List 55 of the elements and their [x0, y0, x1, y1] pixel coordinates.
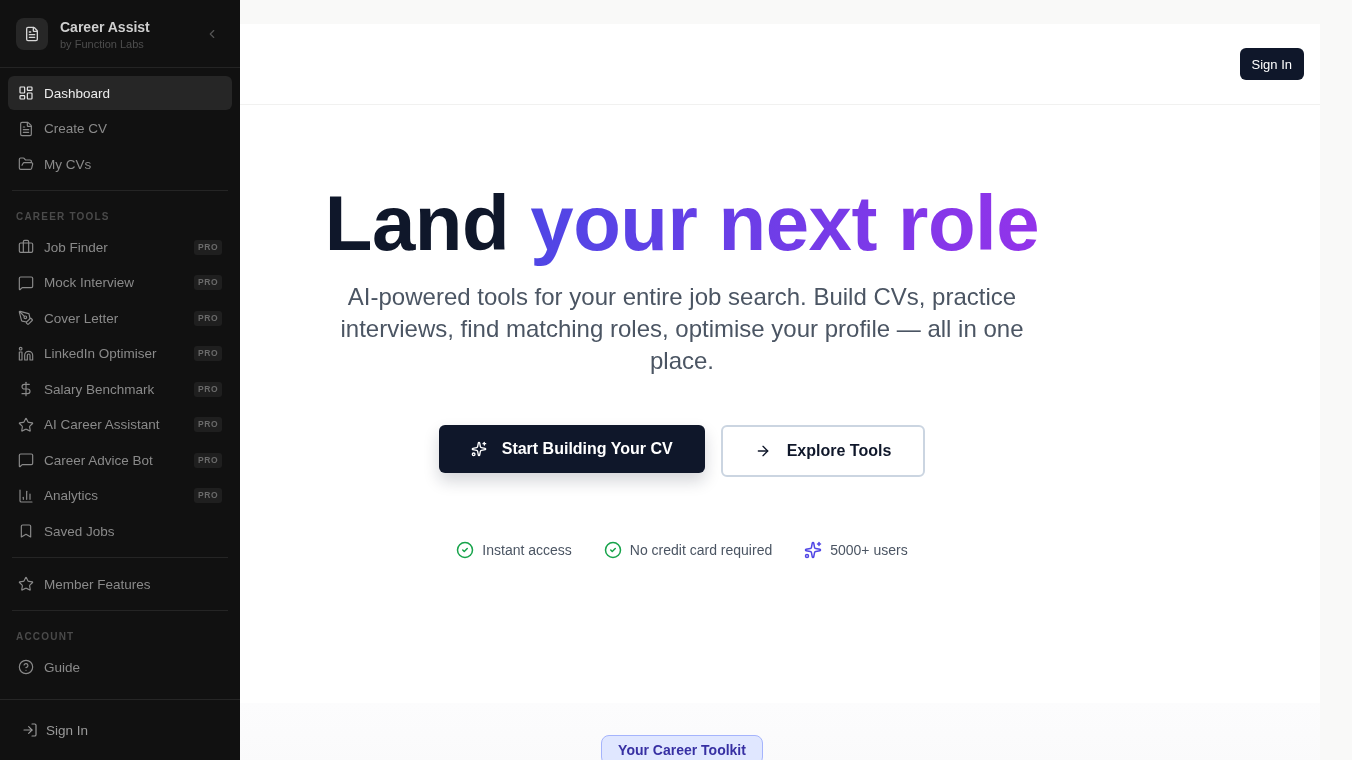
speech-bubble-icon [18, 452, 34, 468]
star-icon [18, 576, 34, 592]
sidebar-item[interactable]: My CVs [8, 147, 232, 181]
sidebar-item[interactable]: Create CV [8, 111, 232, 146]
app-name: Career Assist [60, 19, 151, 35]
pro-badge: PRO [194, 488, 222, 503]
check-circle-icon [603, 541, 622, 559]
feature-text: 5000+ users [830, 542, 908, 558]
feature-text: Instant access [482, 542, 572, 558]
pro-badge: PRO [194, 346, 222, 361]
section-heading: CAREER TOOLS [15, 210, 111, 224]
sparkles-icon [804, 541, 823, 559]
sidebar-item[interactable]: Saved Jobs [8, 514, 232, 548]
sidebar-item[interactable]: Salary Benchmark PRO [8, 372, 232, 406]
check-circle-icon [456, 541, 475, 559]
sparkles-icon [470, 441, 487, 457]
sign-in-button[interactable]: Sign In [1239, 48, 1304, 80]
sidebar-item[interactable]: Mock Interview PRO [8, 265, 232, 300]
bookmark-icon [18, 523, 34, 539]
section-heading: ACCOUNT [15, 630, 76, 644]
sidebar-item[interactable]: Guide [8, 650, 232, 684]
pro-badge: PRO [194, 239, 222, 255]
pro-badge: PRO [194, 275, 222, 290]
sidebar-item[interactable]: Dashboard [8, 76, 232, 110]
start-cv-button[interactable]: Start Building Your CV [438, 425, 705, 473]
pro-badge: PRO [194, 310, 222, 326]
sign-in-button[interactable]: Sign In [8, 708, 232, 752]
section-badge: Your Career Toolkit [601, 735, 763, 760]
document-icon [18, 120, 34, 137]
sidebar-item[interactable]: Analytics PRO [8, 478, 232, 513]
sidebar-item[interactable]: Career Advice Bot PRO [8, 443, 232, 477]
folder-icon [18, 156, 34, 172]
grid-icon [18, 85, 34, 101]
linkedin-icon [18, 345, 34, 362]
dollar-icon [18, 381, 34, 397]
sidebar-item[interactable]: AI Career Assistant PRO [8, 407, 232, 442]
sidebar-item[interactable]: Job Finder PRO [8, 230, 232, 264]
star-icon [18, 416, 34, 433]
explore-tools-button[interactable]: Explore Tools [720, 425, 926, 477]
briefcase-icon [18, 239, 34, 255]
feature-text: No credit card required [629, 542, 773, 558]
help-icon [18, 659, 34, 675]
pro-badge: PRO [194, 417, 222, 432]
hero-subtitle: AI-powered tools for your entire job search. Build CVs, practice interviews, find matching roles, optimise your profile — all in one place. [339, 282, 1025, 376]
pro-badge: PRO [194, 381, 222, 397]
sign-in-icon [22, 722, 38, 738]
speech-bubble-icon [18, 274, 34, 291]
document-icon [16, 17, 48, 50]
sidebar-item[interactable]: Member Features [8, 567, 232, 601]
sidebar-item[interactable]: LinkedIn Optimiser PRO [8, 336, 232, 371]
bar-chart-icon [18, 487, 34, 504]
sidebar-item[interactable]: Cover Letter PRO [8, 301, 232, 335]
pro-badge: PRO [194, 452, 222, 468]
app-tagline: by Function Labs [60, 38, 145, 50]
pen-nib-icon [18, 310, 34, 326]
